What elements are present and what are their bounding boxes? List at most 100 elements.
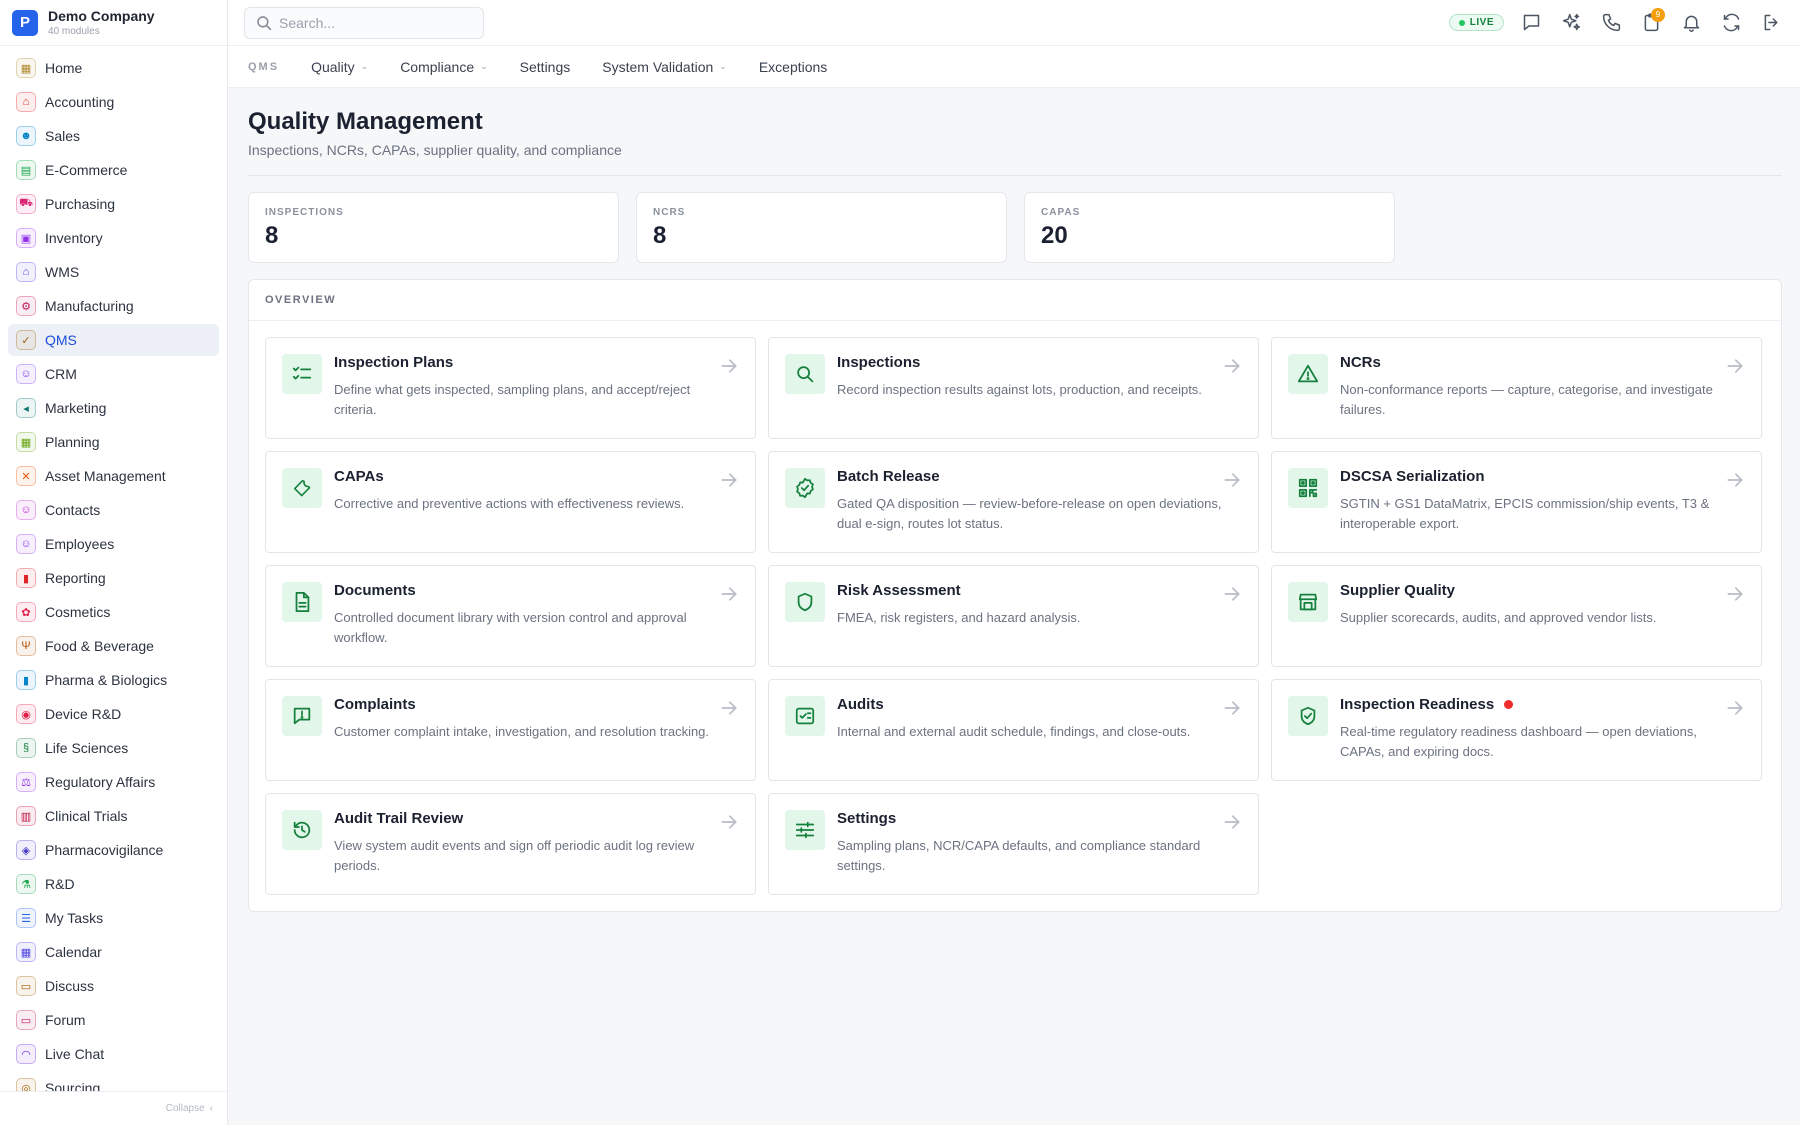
subnav-label: Exceptions xyxy=(758,58,828,75)
module-card-documents[interactable]: Documents Controlled document library wit… xyxy=(265,565,756,667)
store-icon xyxy=(1288,582,1328,622)
sidebar-item-accounting[interactable]: ⌂ Accounting xyxy=(8,86,219,118)
module-card-settings[interactable]: Settings Sampling plans, NCR/CAPA default… xyxy=(768,793,1259,895)
module-card-supplier-quality[interactable]: Supplier Quality Supplier scorecards, aud… xyxy=(1271,565,1762,667)
sidebar-item-inventory[interactable]: ▣ Inventory xyxy=(8,222,219,254)
sidebar-item-food-beverage[interactable]: Ψ Food & Beverage xyxy=(8,630,219,662)
card-title-row: Supplier Quality xyxy=(1340,582,1745,599)
card-title-row: Inspection Readiness xyxy=(1340,696,1745,713)
sparkle-icon[interactable] xyxy=(1558,10,1584,36)
sidebar-item-regulatory-affairs[interactable]: ⚖ Regulatory Affairs xyxy=(8,766,219,798)
sidebar-item-device-r-d[interactable]: ◉ Device R&D xyxy=(8,698,219,730)
search-box[interactable] xyxy=(244,6,484,39)
chevron-down-icon: ⌄ xyxy=(719,61,727,71)
sidebar-item-contacts[interactable]: ☺ Contacts xyxy=(8,494,219,526)
card-title-row: Inspections xyxy=(837,354,1242,371)
module-card-ncrs[interactable]: NCRs Non-conformance reports — capture, c… xyxy=(1271,337,1762,439)
divider xyxy=(248,175,1782,176)
sidebar-item-my-tasks[interactable]: ☰ My Tasks xyxy=(8,902,219,934)
forum-icon: ▭ xyxy=(16,1010,36,1030)
logout-icon[interactable] xyxy=(1758,10,1784,36)
contact-icon: ☺ xyxy=(16,500,36,520)
brand[interactable]: P Demo Company 40 modules xyxy=(0,0,227,46)
clipboard-badge-icon[interactable]: 9 xyxy=(1638,7,1665,36)
sidebar-item-planning[interactable]: ▦ Planning xyxy=(8,426,219,458)
sidebar-item-live-chat[interactable]: ◠ Live Chat xyxy=(8,1038,219,1070)
subnav-settings[interactable]: Settings xyxy=(520,59,571,75)
overview-grid: Inspection Plans Define what gets inspect… xyxy=(249,321,1781,911)
flower-icon: ✿ xyxy=(16,602,36,622)
history-icon xyxy=(282,810,322,850)
sidebar-item-wms[interactable]: ⌂ WMS xyxy=(8,256,219,288)
card-description: Define what gets inspected, sampling pla… xyxy=(334,382,691,417)
shield-icon xyxy=(785,582,825,622)
subnav-compliance[interactable]: Compliance ⌄ xyxy=(400,59,487,75)
module-card-audit-trail-review[interactable]: Audit Trail Review View system audit even… xyxy=(265,793,756,895)
sidebar-item-pharmacovigilance[interactable]: ◈ Pharmacovigilance xyxy=(8,834,219,866)
sidebar-item-purchasing[interactable]: ⛟ Purchasing xyxy=(8,188,219,220)
sidebar-item-asset-management[interactable]: ✕ Asset Management xyxy=(8,460,219,492)
sidebar-item-calendar[interactable]: ▦ Calendar xyxy=(8,936,219,968)
chat-icon: ▭ xyxy=(16,976,36,996)
overview-heading: OVERVIEW xyxy=(249,280,1781,321)
card-description: View system audit events and sign off pe… xyxy=(334,838,695,873)
sidebar-item-e-commerce[interactable]: ▤ E-Commerce xyxy=(8,154,219,186)
sidebar-item-label: CRM xyxy=(45,366,77,382)
search-input[interactable] xyxy=(279,14,459,31)
arrow-right-icon xyxy=(1727,473,1743,487)
card-title: Documents xyxy=(334,582,416,599)
phone-icon[interactable] xyxy=(1598,10,1624,36)
sidebar-item-manufacturing[interactable]: ⚙ Manufacturing xyxy=(8,290,219,322)
bell-icon[interactable] xyxy=(1678,10,1704,36)
comment-alert-icon xyxy=(282,696,322,736)
module-card-inspection-readiness[interactable]: Inspection Readiness Real-time regulatory… xyxy=(1271,679,1762,781)
sidebar-item-sourcing[interactable]: ◎ Sourcing xyxy=(8,1072,219,1091)
subnav-exceptions[interactable]: Exceptions xyxy=(759,59,827,75)
sidebar-item-discuss[interactable]: ▭ Discuss xyxy=(8,970,219,1002)
sidebar-item-label: Sales xyxy=(45,128,81,144)
card-description: Controlled document library with version… xyxy=(334,610,687,645)
module-card-complaints[interactable]: Complaints Customer complaint intake, inv… xyxy=(265,679,756,781)
sidebar-item-employees[interactable]: ☺ Employees xyxy=(8,528,219,560)
sidebar-item-forum[interactable]: ▭ Forum xyxy=(8,1004,219,1036)
module-card-batch-release[interactable]: Batch Release Gated QA disposition — revi… xyxy=(768,451,1259,553)
sidebar-item-sales[interactable]: ☻ Sales xyxy=(8,120,219,152)
module-card-risk-assessment[interactable]: Risk Assessment FMEA, risk registers, and… xyxy=(768,565,1259,667)
sidebar-item-cosmetics[interactable]: ✿ Cosmetics xyxy=(8,596,219,628)
sidebar-item-marketing[interactable]: ◂ Marketing xyxy=(8,392,219,424)
sidebar-item-life-sciences[interactable]: § Life Sciences xyxy=(8,732,219,764)
module-card-dscsa-serialization[interactable]: DSCSA Serialization SGTIN + GS1 DataMatri… xyxy=(1271,451,1762,553)
sidebar-item-reporting[interactable]: ▮ Reporting xyxy=(8,562,219,594)
module-card-inspection-plans[interactable]: Inspection Plans Define what gets inspect… xyxy=(265,337,756,439)
module-card-inspections[interactable]: Inspections Record inspection results aga… xyxy=(768,337,1259,439)
sidebar-item-crm[interactable]: ☺ CRM xyxy=(8,358,219,390)
sidebar-item-clinical-trials[interactable]: ▥ Clinical Trials xyxy=(8,800,219,832)
subnav-system-validation[interactable]: System Validation ⌄ xyxy=(602,59,727,75)
card-title-row: Audits xyxy=(837,696,1242,713)
module-subnav: QMS Quality ⌄ Compliance ⌄ Settings System Va… xyxy=(228,46,1800,88)
card-title: Inspection Plans xyxy=(334,354,454,371)
card-title: Complaints xyxy=(334,696,416,713)
sidebar-item-label: QMS xyxy=(45,332,77,348)
card-description: Customer complaint intake, investigation… xyxy=(334,724,710,739)
sync-icon[interactable] xyxy=(1718,10,1744,36)
message-icon[interactable] xyxy=(1518,10,1544,36)
badge-check-icon xyxy=(785,468,825,508)
card-title-row: Risk Assessment xyxy=(837,582,1242,599)
megaphone-icon: ◂ xyxy=(16,398,36,418)
card-description: Real-time regulatory readiness dashboard… xyxy=(1340,724,1697,759)
card-title: CAPAs xyxy=(334,468,384,485)
sidebar-item-qms[interactable]: ✓ QMS xyxy=(8,324,219,356)
card-description: Corrective and preventive actions with e… xyxy=(334,496,685,511)
chevron-down-icon: ⌄ xyxy=(480,61,488,71)
card-title: Inspection Readiness xyxy=(1340,696,1495,713)
sidebar-item-home[interactable]: ▦ Home xyxy=(8,52,219,84)
module-card-audits[interactable]: Audits Internal and external audit schedu… xyxy=(768,679,1259,781)
subnav-quality[interactable]: Quality ⌄ xyxy=(311,59,368,75)
sidebar-item-label: Discuss xyxy=(45,978,95,994)
sidebar-item-pharma-biologics[interactable]: ▮ Pharma & Biologics xyxy=(8,664,219,696)
sidebar-item-r-d[interactable]: ⚗ R&D xyxy=(8,868,219,900)
collapse-button[interactable]: Collapse ‹ xyxy=(0,1091,227,1125)
module-card-capas[interactable]: CAPAs Corrective and preventive actions w… xyxy=(265,451,756,553)
arrow-right-icon xyxy=(721,815,737,829)
